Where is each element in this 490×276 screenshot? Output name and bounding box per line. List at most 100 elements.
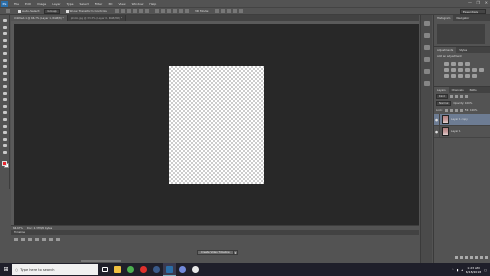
audio-icon[interactable] — [42, 238, 46, 241]
menu-view[interactable]: View — [115, 2, 128, 6]
filter-adjustment-icon[interactable] — [454, 95, 458, 98]
type-tool-icon[interactable] — [2, 117, 8, 122]
dodge-tool-icon[interactable] — [2, 104, 8, 109]
healing-brush-tool-icon[interactable] — [2, 58, 8, 63]
3d-slide-icon[interactable] — [233, 9, 238, 13]
move-tool-preset[interactable] — [4, 9, 10, 13]
info-panel-icon[interactable] — [423, 81, 430, 86]
layer-mask-icon[interactable] — [465, 255, 468, 259]
hue-saturation-icon[interactable] — [451, 68, 456, 72]
filter-shape-icon[interactable] — [464, 95, 468, 98]
menu-edit[interactable]: Edit — [22, 2, 34, 6]
properties-panel-icon[interactable] — [423, 33, 430, 38]
exposure-icon[interactable] — [465, 62, 470, 66]
foreground-color-swatch[interactable] — [2, 161, 7, 166]
character-panel-icon[interactable] — [423, 57, 430, 62]
paragraph-panel-icon[interactable] — [423, 69, 430, 74]
play-icon[interactable] — [28, 238, 32, 241]
edit-toolbar-icon[interactable] — [2, 150, 8, 155]
invert-icon[interactable] — [444, 74, 449, 78]
move-tool-icon[interactable] — [2, 18, 8, 23]
new-group-icon[interactable] — [475, 255, 478, 259]
menu-layer[interactable]: Layer — [49, 2, 63, 6]
channel-mixer-icon[interactable] — [479, 68, 484, 72]
layer-name[interactable]: Layer 1 copy — [451, 118, 468, 121]
align-right-icon[interactable] — [144, 9, 149, 13]
hand-tool-icon[interactable] — [2, 137, 8, 142]
volume-icon[interactable]: ◂ — [461, 268, 463, 272]
history-brush-tool-icon[interactable] — [2, 77, 8, 82]
lock-all-icon[interactable] — [459, 109, 463, 112]
windows-start-icon[interactable]: ⊞ — [0, 263, 12, 276]
3d-rotate-icon[interactable] — [215, 9, 220, 13]
steam-icon[interactable] — [150, 263, 163, 276]
lock-image-icon[interactable] — [449, 109, 453, 112]
3d-scale-icon[interactable] — [239, 9, 244, 13]
create-video-timeline-button[interactable]: Create Video Timeline — [197, 250, 234, 255]
menu-file[interactable]: File — [11, 2, 22, 6]
menu-window[interactable]: Window — [129, 2, 147, 6]
black-white-icon[interactable] — [465, 68, 470, 72]
workspace-switcher[interactable]: Essentials — [460, 9, 486, 14]
lock-position-icon[interactable] — [454, 109, 458, 112]
menu-3d[interactable]: 3D — [105, 2, 115, 6]
rectangle-tool-icon[interactable] — [2, 130, 8, 135]
posterize-icon[interactable] — [451, 74, 456, 78]
layer-row[interactable]: ● Layer 1 copy — [434, 113, 490, 126]
close-button[interactable]: ✕ — [485, 0, 488, 5]
eyedropper-tool-icon[interactable] — [2, 51, 8, 56]
brightness-contrast-icon[interactable] — [444, 62, 449, 66]
align-vcenter-icon[interactable] — [120, 9, 125, 13]
next-frame-icon[interactable] — [35, 238, 39, 241]
curves-icon[interactable] — [458, 62, 463, 66]
lasso-tool-icon[interactable] — [2, 31, 8, 36]
photoshop-icon[interactable] — [163, 263, 176, 276]
delete-layer-icon[interactable] — [485, 255, 488, 259]
previous-frame-icon[interactable] — [21, 238, 25, 241]
align-bottom-icon[interactable] — [126, 9, 131, 13]
distribute-vcenter-icon[interactable] — [160, 9, 165, 13]
selective-color-icon[interactable] — [472, 74, 477, 78]
transparent-document-canvas[interactable] — [169, 66, 264, 184]
brush-tool-icon[interactable] — [2, 64, 8, 69]
timeline-zoom-slider[interactable] — [81, 260, 121, 262]
create-timeline-dropdown[interactable]: ▾ — [233, 250, 238, 255]
horizontal-ruler[interactable] — [11, 21, 419, 24]
auto-select-dropdown[interactable]: Group — [44, 8, 60, 14]
3d-roll-icon[interactable] — [221, 9, 226, 13]
file-explorer-icon[interactable] — [111, 263, 124, 276]
blur-tool-icon[interactable] — [2, 97, 8, 102]
distribute-bottom-icon[interactable] — [166, 9, 171, 13]
crop-tool-icon[interactable] — [2, 44, 8, 49]
gradient-tool-icon[interactable] — [2, 91, 8, 96]
split-icon[interactable] — [56, 238, 60, 241]
blend-mode-dropdown[interactable]: Normal — [436, 101, 452, 106]
zoom-tool-icon[interactable] — [2, 143, 8, 148]
minimize-button[interactable]: — — [468, 0, 472, 5]
vibrance-icon[interactable] — [444, 68, 449, 72]
lock-transparent-icon[interactable] — [444, 109, 448, 112]
pen-tool-icon[interactable] — [2, 110, 8, 115]
distribute-right-icon[interactable] — [184, 9, 189, 13]
maximize-button[interactable]: ❐ — [476, 0, 480, 5]
align-hcenter-icon[interactable] — [138, 9, 143, 13]
menu-image[interactable]: Image — [34, 2, 49, 6]
first-frame-icon[interactable] — [14, 238, 18, 241]
link-layers-icon[interactable] — [455, 255, 458, 259]
3d-pan-icon[interactable] — [227, 9, 232, 13]
notification-icon[interactable]: ▢ — [484, 268, 487, 272]
taskbar-search-box[interactable]: ○ Type here to search — [12, 264, 98, 275]
vertical-ruler[interactable] — [11, 21, 14, 225]
tray-chevron-icon[interactable]: ˄ — [452, 268, 454, 272]
quick-select-tool-icon[interactable] — [2, 38, 8, 43]
network-icon[interactable]: ▮ — [457, 268, 459, 272]
discord-icon[interactable] — [176, 263, 189, 276]
path-select-tool-icon[interactable] — [2, 124, 8, 129]
brush-panel-icon[interactable] — [423, 45, 430, 50]
settings-icon[interactable] — [49, 238, 53, 241]
photo-filter-icon[interactable] — [472, 68, 477, 72]
menu-help[interactable]: Help — [146, 2, 159, 6]
opacity-control[interactable]: Opacity: 100% — [453, 102, 472, 105]
visibility-eye-icon[interactable]: ● — [434, 125, 440, 138]
layer-style-icon[interactable] — [460, 255, 463, 259]
